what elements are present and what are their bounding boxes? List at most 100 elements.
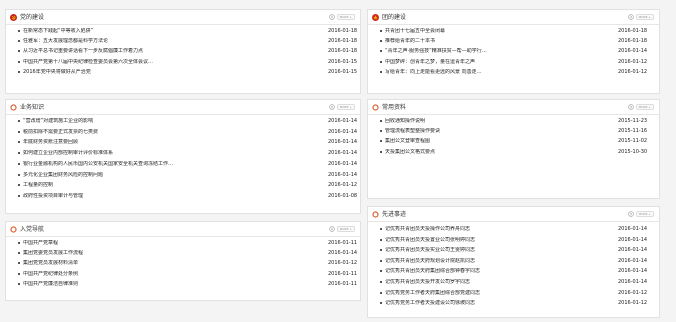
list-item[interactable]: 记优秀共青团员天投开发公司罗宇同志 2016-01-14: [368, 278, 659, 287]
list-item[interactable]: 从习近平总书记重要讲话看下一步反腐倡廉工作着力点 2016-01-18: [6, 47, 360, 56]
item-date: 2016-01-12: [328, 182, 358, 189]
item-title[interactable]: 中国共产党章程: [23, 240, 321, 247]
item-title[interactable]: 2016年党中央将做好从严治党: [23, 69, 321, 76]
item-title[interactable]: 推荐给青年的二十本书: [385, 38, 611, 45]
bullet-icon: [380, 302, 382, 305]
bullet-icon: [18, 262, 20, 265]
list-item[interactable]: 集团党委党员发展工作流程 2016-01-14: [6, 249, 360, 258]
item-title[interactable]: 记优秀共青团员天投开发公司罗宇同志: [385, 279, 611, 286]
bullet-icon: [18, 120, 20, 122]
item-title[interactable]: “营改增”对建筑施工企业的影响: [23, 118, 321, 125]
list-item[interactable]: 中国共产党第十八届中央纪律检查委员会第六次全体会议… 2016-01-15: [6, 58, 360, 67]
bullet-icon: [18, 30, 20, 32]
list-item[interactable]: 记优秀共青团员天投操作公司养舟同志 2016-01-14: [368, 225, 659, 234]
chevron-right-circle-icon: [328, 14, 335, 20]
item-title[interactable]: 集团公文登审查程图: [385, 138, 611, 145]
list-item[interactable]: 记优秀共青团员天投实业公司王雯婷同志 2016-01-14: [368, 246, 659, 255]
list-item[interactable]: “青年之声·服务强技”精准扶贫—帮—助学行… 2016-01-14: [368, 47, 659, 56]
panel-header: 常用资料 MORE +: [368, 100, 659, 115]
list-item[interactable]: 在新常态下践起“中等收入陷阱” 2016-01-18: [6, 27, 360, 36]
item-title[interactable]: 回收通知操作说明: [385, 118, 611, 125]
item-date: 2016-01-12: [618, 58, 648, 65]
list-item[interactable]: 如何建立企业内部控制审计评价标准体系 2016-01-14: [6, 149, 360, 158]
item-title[interactable]: 年底财务资账注意要回顾: [23, 139, 321, 146]
item-title[interactable]: 记优秀共青团员天投实业公司王雯婷同志: [385, 247, 611, 254]
bullet-icon: [380, 270, 382, 273]
list-item[interactable]: 年底财务资账注意要回顾 2016-01-14: [6, 138, 360, 147]
list-item[interactable]: 任雅军：五大发展理念都是科学方法论 2016-01-18: [6, 37, 360, 46]
list-item[interactable]: 中国共产党廉洁自律准则 2016-01-11: [6, 280, 360, 289]
item-date: 2016-01-12: [618, 68, 648, 75]
item-title[interactable]: 共青团十七届五中全会闭幕: [385, 28, 611, 35]
bullet-icon: [380, 259, 382, 262]
item-title[interactable]: 如何建立企业内部控制审计评价标准体系: [23, 150, 321, 157]
list-item[interactable]: 多元化企业集团财务风险的控制问题 2016-01-14: [6, 171, 360, 180]
item-date: 2016-01-18: [328, 48, 358, 55]
item-title[interactable]: 多元化企业集团财务风险的控制问题: [23, 172, 321, 179]
item-title[interactable]: 天投集团公文格式要点: [385, 149, 611, 156]
list-item[interactable]: 管理流程表塑整操作要诀 2015-11-16: [368, 127, 659, 136]
item-title[interactable]: 从习近平总书记重要讲话看下一步反腐倡廉工作着力点: [23, 48, 321, 55]
list-item[interactable]: 中国梦碎：创青年之梦，量在运青年之声 2016-01-12: [368, 58, 659, 67]
list-item[interactable]: 记优秀共青团员天投置业公司张明婷同志 2016-01-14: [368, 236, 659, 245]
list-item[interactable]: “营改增”对建筑施工企业的影响 2016-01-14: [6, 117, 360, 126]
item-title[interactable]: 税前扣除不需要正式发票的七类费: [23, 129, 321, 136]
item-title[interactable]: 任雅军：五大发展理念都是科学方法论: [23, 38, 321, 45]
more-label: MORE +: [635, 14, 654, 20]
item-title[interactable]: 记优秀共青团员天府规划设计院赵凯同志: [385, 258, 611, 265]
panel-title: 党的建设: [20, 14, 45, 21]
item-title[interactable]: 银行业金融机构的人民币国内公安机关国家安全机关查询冻结工作…: [23, 161, 321, 168]
bullet-icon: [380, 70, 382, 73]
list-item[interactable]: 中国共产党纪律处分条例 2016-01-11: [6, 270, 360, 279]
item-date: 2016-01-14: [328, 171, 358, 178]
more-link[interactable]: MORE +: [627, 211, 654, 217]
item-title[interactable]: 记优秀党务工作者天府集团综合部党建同志: [385, 290, 611, 297]
bullet-icon: [18, 173, 20, 176]
item-title[interactable]: 中国共产党第十八届中央纪律检查委员会第六次全体会议…: [23, 59, 321, 66]
item-date: 2015-11-02: [618, 138, 648, 145]
list-item[interactable]: 记优秀党务工作者天府集团综合部党建同志 2016-01-12: [368, 289, 659, 298]
item-title[interactable]: 集团党委党员发展工作流程: [23, 250, 321, 257]
list-item[interactable]: 工程量的控制 2016-01-12: [6, 181, 360, 190]
item-title[interactable]: 政府性投资项目审计与管理: [23, 193, 321, 200]
list-item[interactable]: 税前扣除不需要正式发票的七类费 2016-01-14: [6, 128, 360, 137]
list-item[interactable]: 中国共产党章程 2016-01-11: [6, 239, 360, 248]
item-title[interactable]: 工程量的控制: [23, 182, 321, 189]
list-item[interactable]: 记优秀党务工作者天投建设公司徐坡同志 2016-01-12: [368, 299, 659, 308]
list-item[interactable]: 记优秀共青团员天府规划设计院赵凯同志 2016-01-14: [368, 257, 659, 266]
item-date: 2016-01-14: [618, 247, 648, 254]
list-item[interactable]: 集团公文登审查程图 2015-11-02: [368, 137, 659, 146]
bullet-icon: [380, 40, 382, 43]
item-title[interactable]: 写给青年：向上走能看更远的风景 向善走…: [385, 69, 611, 76]
item-title[interactable]: 记优秀共青团员天府集团综合部钟春宇同志: [385, 268, 611, 275]
item-title[interactable]: 管理流程表塑整操作要诀: [385, 128, 611, 135]
item-title[interactable]: 记优秀党务工作者天投建设公司徐坡同志: [385, 300, 611, 307]
more-link[interactable]: MORE +: [627, 104, 654, 110]
item-title[interactable]: 在新常态下践起“中等收入陷阱”: [23, 28, 321, 35]
list-item[interactable]: 政府性投资项目审计与管理 2016-01-08: [6, 192, 360, 201]
list-item[interactable]: 2016年党中央将做好从严治党 2016-01-15: [6, 68, 360, 77]
more-link[interactable]: MORE +: [328, 14, 355, 20]
list-item[interactable]: 共青团十七届五中全会闭幕 2016-01-18: [368, 27, 659, 36]
more-link[interactable]: MORE +: [328, 226, 355, 232]
chevron-right-circle-icon: [328, 226, 335, 232]
list-item[interactable]: 集团党党员发展材料清单 2016-01-12: [6, 259, 360, 268]
item-title[interactable]: 中国共产党廉洁自律准则: [23, 281, 321, 288]
list-item[interactable]: 记优秀共青团员天府集团综合部钟春宇同志 2016-01-14: [368, 267, 659, 276]
list-item[interactable]: 天投集团公文格式要点 2015-10-30: [368, 148, 659, 157]
list-item[interactable]: 写给青年：向上走能看更远的风景 向善走… 2016-01-12: [368, 68, 659, 77]
item-title[interactable]: “青年之声·服务强技”精准扶贫—帮—助学行…: [385, 48, 611, 55]
item-date: 2016-01-12: [328, 260, 358, 267]
list-item[interactable]: 银行业金融机构的人民币国内公安机关国家安全机关查询冻结工作… 2016-01-14: [6, 160, 360, 169]
item-date: 2016-01-11: [328, 240, 358, 246]
more-link[interactable]: MORE +: [328, 104, 355, 110]
item-title[interactable]: 记优秀共青团员天投操作公司养舟同志: [385, 226, 611, 233]
item-title[interactable]: 中国梦碎：创青年之梦，量在运青年之声: [385, 59, 611, 66]
item-title[interactable]: 集团党党员发展材料清单: [23, 260, 321, 267]
item-date: 2016-01-14: [328, 139, 358, 146]
more-link[interactable]: MORE +: [627, 14, 654, 20]
item-title[interactable]: 记优秀共青团员天投置业公司张明婷同志: [385, 237, 611, 244]
item-title[interactable]: 中国共产党纪律处分条例: [23, 271, 321, 278]
list-item[interactable]: 推荐给青年的二十本书 2016-01-18: [368, 37, 659, 46]
list-item[interactable]: 回收通知操作说明 2015-11-23: [368, 117, 659, 126]
